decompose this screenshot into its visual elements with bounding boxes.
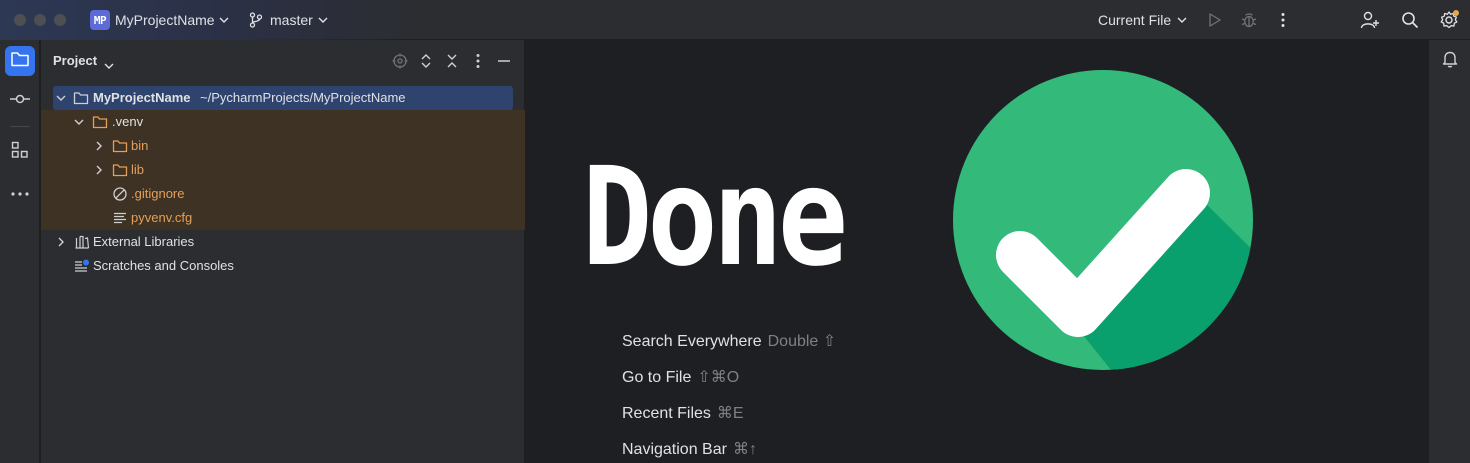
chevron-down-icon[interactable] (53, 90, 69, 106)
chevron-down-icon[interactable] (71, 114, 87, 130)
run-configuration-dropdown[interactable]: Current File (1098, 12, 1171, 28)
project-tool-button[interactable] (5, 46, 35, 76)
search-icon[interactable] (1400, 10, 1420, 30)
chevron-right-icon[interactable] (91, 162, 107, 178)
tool-strip-separator (10, 126, 30, 127)
more-tools-button[interactable] (5, 177, 35, 207)
tree-label-venv: .venv (112, 114, 144, 129)
title-bar: MP MyProjectName master Current File (0, 0, 1470, 40)
scratches-icon (74, 258, 90, 274)
text-file-icon (112, 210, 128, 226)
chevron-down-icon[interactable] (313, 10, 333, 30)
notifications-button[interactable] (1435, 46, 1465, 76)
add-user-icon[interactable] (1360, 10, 1380, 30)
editor-area: Done Search Everywhere Double ⇧ Go to Fil… (526, 40, 1428, 463)
tree-row-gitignore[interactable]: .gitignore (41, 182, 525, 206)
commit-tool-button[interactable] (5, 86, 35, 116)
options-icon[interactable] (469, 52, 487, 70)
folder-icon (10, 50, 30, 73)
window-minimize-button[interactable] (34, 14, 46, 26)
chevron-down-icon[interactable] (1172, 10, 1192, 30)
bell-icon (1442, 50, 1458, 73)
expand-all-icon[interactable] (417, 52, 435, 70)
more-icon[interactable] (1273, 10, 1293, 30)
tree-row-project-root[interactable]: MyProjectName ~/PycharmProjects/MyProjec… (53, 86, 513, 110)
tree-path-project-root: ~/PycharmProjects/MyProjectName (200, 90, 406, 105)
settings-icon[interactable] (1439, 10, 1459, 30)
project-panel: Project MyProjectName ~/PycharmProjects/… (41, 40, 525, 463)
locate-file-icon[interactable] (391, 52, 409, 70)
tree-label-scratches: Scratches and Consoles (93, 258, 234, 273)
commit-icon (9, 92, 31, 110)
branch-dropdown[interactable]: master (270, 12, 313, 28)
window-close-button[interactable] (14, 14, 26, 26)
chevron-down-icon[interactable] (104, 56, 114, 74)
shortcut-search-everywhere: Search Everywhere Double ⇧ (622, 333, 837, 350)
tree-label-bin: bin (131, 138, 149, 153)
project-panel-title[interactable]: Project (53, 53, 97, 68)
tree-row-external-libraries[interactable]: External Libraries (41, 230, 525, 254)
excluded-folder-icon (92, 114, 108, 130)
structure-icon (11, 141, 29, 164)
done-overlay-text: Done (582, 139, 848, 297)
chevron-right-icon[interactable] (53, 234, 69, 250)
tree-label-pyvenv-cfg: pyvenv.cfg (131, 210, 193, 225)
tree-row-scratches[interactable]: Scratches and Consoles (41, 254, 525, 278)
chevron-down-icon[interactable] (214, 10, 234, 30)
debug-icon[interactable] (1239, 10, 1259, 30)
tree-row-bin[interactable]: bin (41, 134, 525, 158)
window-zoom-button[interactable] (54, 14, 66, 26)
ignore-file-icon (112, 186, 128, 202)
tree-row-lib[interactable]: lib (41, 158, 525, 182)
folder-icon (73, 90, 89, 106)
tree-row-venv[interactable]: .venv (41, 110, 525, 134)
chevron-right-icon[interactable] (91, 138, 107, 154)
tree-label-external-libraries: External Libraries (93, 234, 195, 249)
project-name-dropdown[interactable]: MyProjectName (115, 12, 215, 28)
tree-row-pyvenv-cfg[interactable]: pyvenv.cfg (41, 206, 525, 230)
hide-panel-icon[interactable] (495, 52, 513, 70)
more-horizontal-icon (11, 183, 29, 201)
shortcut-navigation-bar: Navigation Bar ⌘↑ (622, 441, 757, 458)
excluded-folder-icon (112, 138, 128, 154)
project-badge[interactable]: MP (90, 10, 110, 30)
checkmark-icon (952, 69, 1254, 371)
tree-label-lib: lib (131, 162, 145, 177)
structure-tool-button[interactable] (5, 137, 35, 167)
tree-label-gitignore: .gitignore (131, 186, 185, 201)
shortcut-go-to-file: Go to File ⇧⌘O (622, 369, 740, 386)
branch-icon[interactable] (246, 10, 266, 30)
right-tool-strip (1428, 40, 1470, 463)
left-tool-strip (0, 40, 40, 463)
shortcut-recent-files: Recent Files ⌘E (622, 405, 744, 422)
collapse-all-icon[interactable] (443, 52, 461, 70)
excluded-folder-icon (112, 162, 128, 178)
update-notification-badge (1453, 10, 1459, 16)
library-icon (74, 234, 90, 250)
tree-label-project-root: MyProjectName (93, 90, 191, 105)
run-icon[interactable] (1205, 10, 1225, 30)
